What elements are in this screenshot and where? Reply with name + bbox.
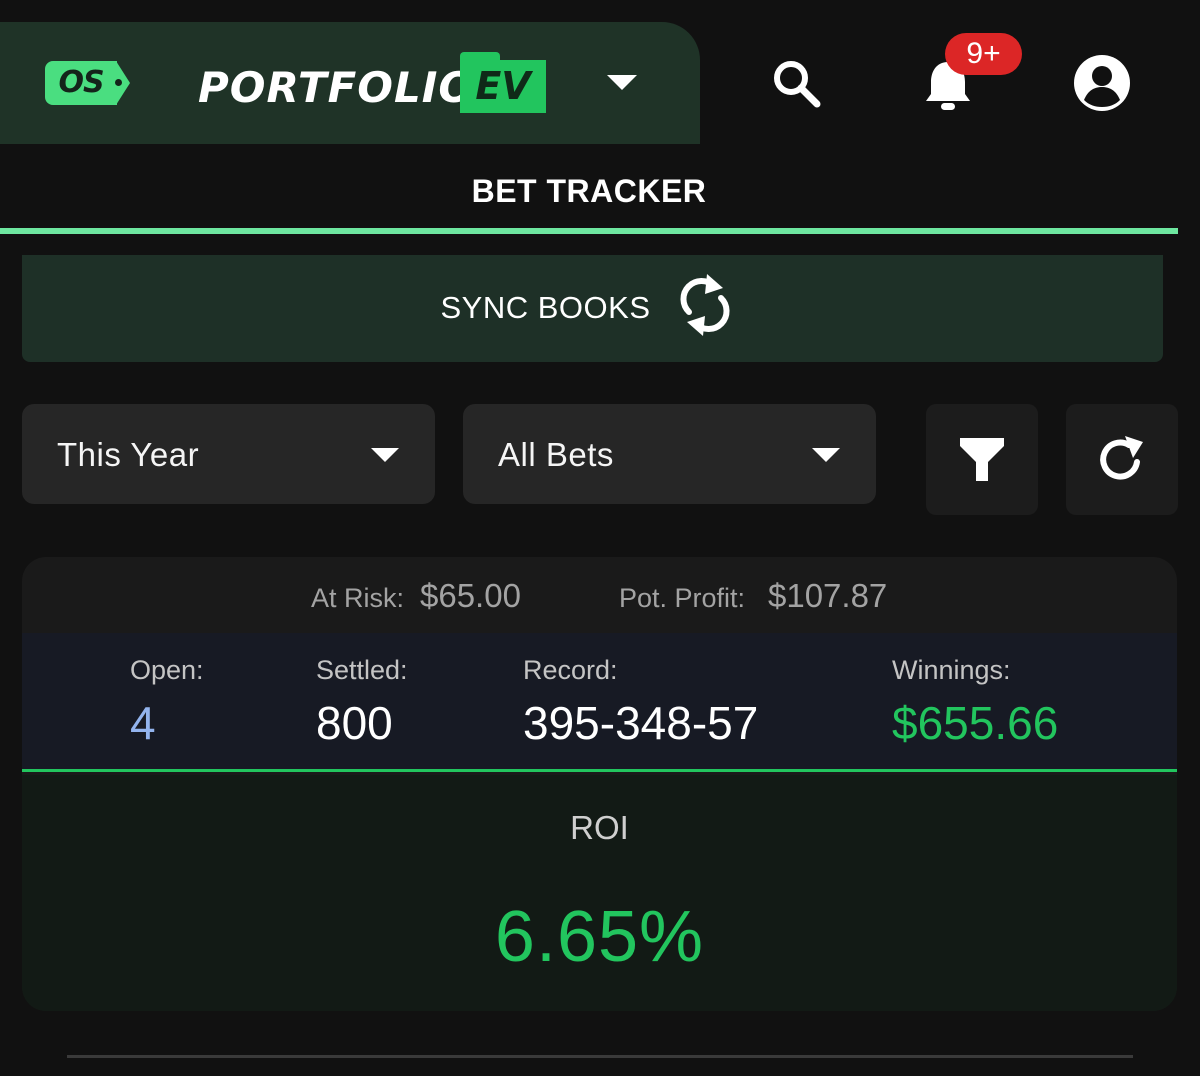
chevron-down-icon[interactable] [607,75,637,90]
bet-type-dropdown[interactable]: All Bets [463,404,876,504]
os-logo[interactable]: OS [45,61,130,105]
roi-panel: ROI 6.65% [22,775,1177,1011]
roi-value: 6.65% [494,897,705,977]
refresh-button[interactable] [1066,404,1178,515]
bet-type-value: All Bets [498,436,614,473]
pot-profit-label: Pot. Profit: [619,583,746,613]
settled-value: 800 [316,697,393,749]
summary-card: At Risk: $65.00 Pot. Profit: $107.87 Ope… [22,557,1177,1011]
pot-profit-value: $107.87 [768,577,888,614]
chevron-down-icon [371,448,399,462]
tab-active-indicator [0,228,1178,234]
record-label: Record: [523,655,618,685]
winnings-value: $655.66 [892,697,1059,749]
filter-button[interactable] [926,404,1038,515]
chevron-down-icon [812,448,840,462]
sync-icon [680,274,730,336]
brand-name: PORTFOLIO [198,63,476,112]
risk-row: At Risk: $65.00 Pot. Profit: $107.87 [22,557,1177,633]
time-range-dropdown[interactable]: This Year [22,404,435,504]
tab-bet-tracker[interactable]: BET TRACKER [0,168,1178,214]
open-value[interactable]: 4 [130,695,156,751]
ev-badge-text: EV [460,60,546,113]
at-risk-label: At Risk: [311,583,405,613]
refresh-icon [1100,436,1143,480]
account-circle-icon[interactable] [1073,54,1131,112]
record-value: 395-348-57 [523,697,759,749]
winnings-label: Winnings: [892,655,1011,685]
ev-badge: EV [460,52,546,113]
search-icon[interactable] [770,57,824,111]
sync-books-button[interactable]: SYNC BOOKS [22,255,1163,362]
roi-label: ROI [570,809,629,846]
at-risk-value: $65.00 [420,577,521,614]
os-logo-tag-hole [115,79,122,86]
sync-books-label: SYNC BOOKS [440,290,651,325]
settled-label: Settled: [316,655,408,685]
os-logo-text: OS [45,61,117,105]
filter-icon [960,438,1004,481]
time-range-value: This Year [57,436,200,473]
divider [67,1055,1133,1058]
open-label: Open: [130,655,204,685]
stats-band: Open: 4 Settled: 800 Record: 395-348-57 … [22,633,1177,772]
notification-badge[interactable]: 9+ [945,33,1022,75]
